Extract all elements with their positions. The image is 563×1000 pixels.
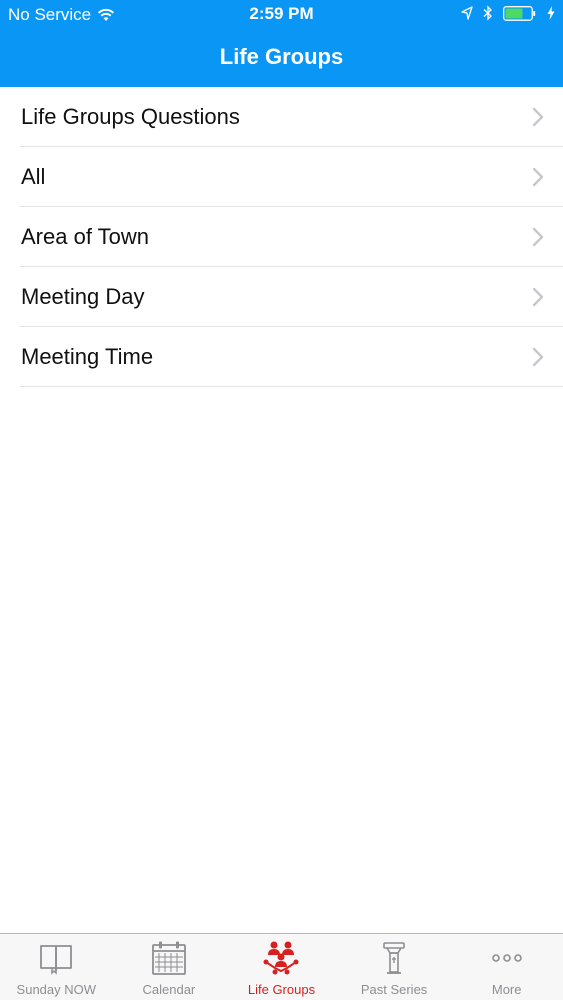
battery-icon	[503, 5, 536, 21]
list-item-meeting-time[interactable]: Meeting Time	[20, 327, 563, 387]
page-title: Life Groups	[219, 44, 344, 69]
tab-label: More	[491, 982, 522, 997]
list-item-label: Meeting Day	[21, 284, 145, 309]
tab-more[interactable]: More	[450, 934, 563, 1000]
bluetooth-icon	[483, 5, 492, 21]
chevron-right-icon	[532, 287, 544, 307]
charging-bolt-icon	[547, 6, 555, 20]
chevron-right-icon	[532, 107, 544, 127]
more-dots-icon	[491, 954, 522, 962]
list-item-life-groups-questions[interactable]: Life Groups Questions	[20, 87, 563, 147]
podium-icon	[383, 942, 405, 974]
list-item-label: Meeting Time	[21, 344, 154, 369]
tab-life-groups[interactable]: Life Groups	[225, 934, 338, 1000]
tab-past-series[interactable]: Past Series	[338, 934, 451, 1000]
tab-label: Past Series	[360, 982, 428, 997]
tab-label: Life Groups	[247, 982, 316, 997]
list-item-label: Area of Town	[21, 224, 150, 249]
list-item-area-of-town[interactable]: Area of Town	[20, 207, 563, 267]
chevron-right-icon	[532, 167, 544, 187]
list-item-all[interactable]: All	[20, 147, 563, 207]
chevron-right-icon	[532, 347, 544, 367]
header: No Service 2:59 PM Life Groups	[0, 0, 563, 87]
location-arrow-icon	[461, 6, 473, 20]
status-right	[461, 5, 555, 21]
calendar-icon	[151, 941, 186, 975]
tab-label: Calendar	[142, 982, 196, 997]
tab-bar: Sunday NOW Calendar Life Groups Past Ser…	[0, 933, 563, 1000]
list-item-label: Life Groups Questions	[21, 104, 240, 129]
book-icon	[40, 945, 73, 975]
tab-calendar[interactable]: Calendar	[113, 934, 226, 1000]
chevron-right-icon	[532, 227, 544, 247]
status-bar: No Service 2:59 PM	[0, 0, 563, 30]
menu-list: Life Groups Questions All Area of Town M…	[0, 87, 563, 387]
screen: No Service 2:59 PM Life Groups Life Grou…	[0, 0, 563, 1000]
tab-sunday-now[interactable]: Sunday NOW	[0, 934, 113, 1000]
list-item-label: All	[21, 164, 46, 189]
list-item-meeting-day[interactable]: Meeting Day	[20, 267, 563, 327]
people-group-icon	[263, 941, 299, 975]
tab-label: Sunday NOW	[16, 982, 97, 997]
